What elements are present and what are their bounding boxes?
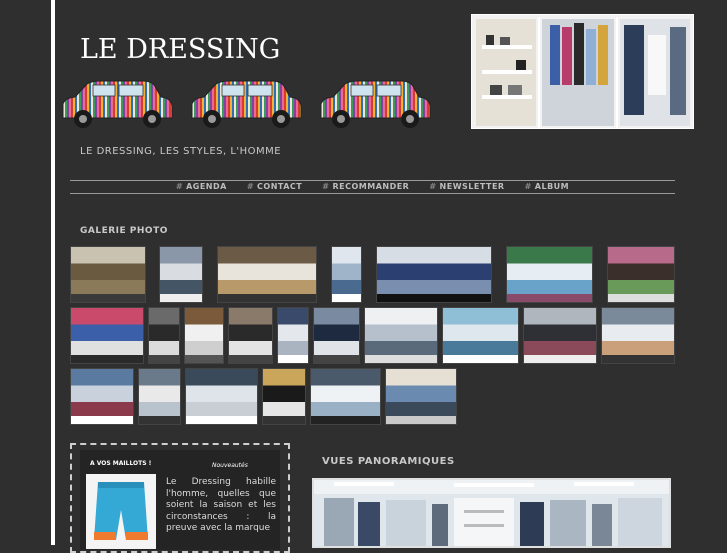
gallery-thumbnail[interactable]	[184, 307, 224, 364]
nav-item-newsletter[interactable]: # NEWSLETTER	[429, 181, 504, 193]
gallery-thumbnail[interactable]	[364, 307, 438, 364]
page-left-border	[51, 0, 55, 545]
main-nav: # AGENDA # CONTACT # RECOMMANDER # NEWSLETTE…	[70, 181, 675, 193]
gallery-thumbnail[interactable]	[228, 307, 273, 364]
gallery-thumbnail[interactable]	[185, 368, 258, 425]
store-header-photo	[471, 14, 694, 129]
gallery-thumbnail[interactable]	[442, 307, 519, 364]
gallery-thumbnail[interactable]	[331, 246, 362, 303]
nav-bottom-divider	[70, 193, 675, 194]
gallery-thumbnail[interactable]	[70, 307, 144, 364]
gallery-thumbnail[interactable]	[506, 246, 593, 303]
gallery-thumbnail[interactable]	[70, 368, 134, 425]
nav-item-agenda[interactable]: # AGENDA	[176, 181, 227, 193]
gallery-thumbnail[interactable]	[159, 246, 203, 303]
striped-car-image-3	[320, 80, 431, 128]
gallery-thumbnail[interactable]	[601, 307, 675, 364]
gallery-thumbnail[interactable]	[138, 368, 181, 425]
nav-item-contact[interactable]: # CONTACT	[247, 181, 302, 193]
gallery-thumbnail[interactable]	[376, 246, 492, 303]
swim-shorts-image[interactable]	[86, 474, 156, 549]
gallery-thumbnail[interactable]	[70, 246, 146, 303]
site-title: LE DRESSING	[80, 34, 281, 65]
panorama-title: VUES PANORAMIQUES	[322, 456, 455, 467]
striped-car-image-2	[191, 80, 302, 128]
gallery-thumbnail[interactable]	[217, 246, 317, 303]
gallery-thumbnail[interactable]	[310, 368, 381, 425]
nav-item-recommander[interactable]: # RECOMMANDER	[322, 181, 409, 193]
gallery-thumbnail[interactable]	[523, 307, 597, 364]
nav-item-album[interactable]: # ALBUM	[525, 181, 570, 193]
panorama-image[interactable]	[312, 478, 671, 548]
news-category: Nouveautés	[212, 462, 248, 469]
news-body-text: Le Dressing habille l'homme, quelles que…	[166, 477, 276, 533]
gallery-thumbnail[interactable]	[385, 368, 457, 425]
news-headline[interactable]: A VOS MAILLOTS !	[90, 460, 151, 467]
gallery-thumbnail[interactable]	[313, 307, 360, 364]
gallery-thumbnail[interactable]	[262, 368, 306, 425]
gallery-title: GALERIE PHOTO	[80, 226, 168, 236]
striped-car-image-1	[62, 80, 173, 128]
gallery-thumbnail[interactable]	[277, 307, 309, 364]
gallery-thumbnail[interactable]	[148, 307, 180, 364]
gallery-thumbnail[interactable]	[607, 246, 675, 303]
site-tagline: LE DRESSING, LES STYLES, L'HOMME	[80, 146, 282, 157]
